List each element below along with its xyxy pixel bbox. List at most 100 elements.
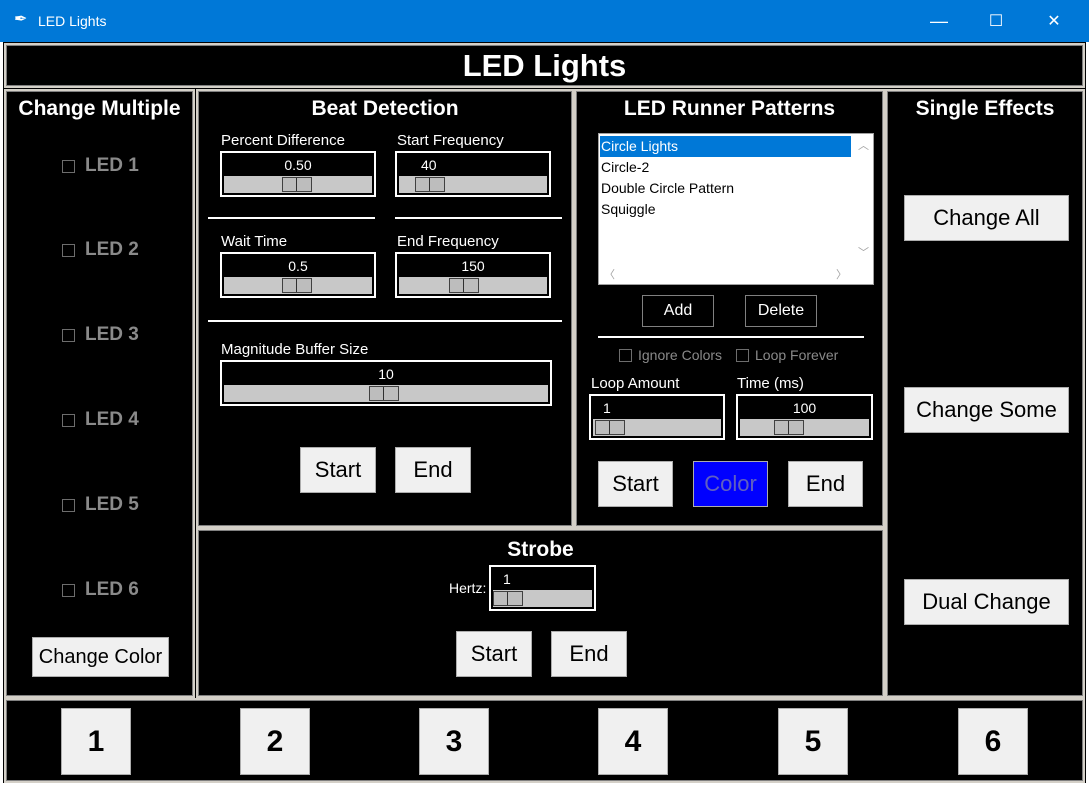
led-2-label: LED 2 (85, 239, 139, 260)
led-1-label: LED 1 (85, 155, 139, 176)
slider-handle[interactable] (415, 177, 445, 192)
start-frequency-label: Start Frequency (397, 132, 504, 149)
end-frequency-slider[interactable]: 150 (395, 252, 551, 298)
led-3-checkbox[interactable]: LED 3 (62, 324, 139, 346)
window-title: LED Lights (38, 13, 107, 29)
slider-trough (224, 176, 372, 193)
beat-start-button[interactable]: Start (300, 447, 376, 493)
delete-pattern-button[interactable]: Delete (745, 295, 817, 327)
minimize-glyph: — (930, 10, 948, 31)
slider-value: 150 (461, 258, 485, 274)
slider-handle[interactable] (282, 177, 312, 192)
led-4-checkbox[interactable]: LED 4 (62, 409, 139, 431)
magnitude-buffer-slider[interactable]: 10 (220, 360, 552, 406)
preset-1-button[interactable]: 1 (61, 708, 131, 775)
slider-trough (224, 385, 548, 402)
runner-start-button[interactable]: Start (598, 461, 673, 507)
single-effects-title: Single Effects (915, 97, 1055, 120)
slider-trough (740, 419, 869, 436)
slider-trough (224, 277, 372, 294)
maximize-button[interactable]: ☐ (967, 0, 1025, 42)
slider-handle[interactable] (449, 278, 479, 293)
slider-value: 40 (421, 157, 437, 173)
slider-value: 1 (503, 571, 511, 587)
time-ms-label: Time (ms) (737, 375, 804, 392)
change-all-button[interactable]: Change All (904, 195, 1069, 241)
strobe-title: Strobe (507, 538, 574, 561)
preset-4-button[interactable]: 4 (598, 708, 668, 775)
slider-trough (399, 277, 547, 294)
ignore-colors-label: Ignore Colors (638, 347, 723, 363)
dual-change-button[interactable]: Dual Change (904, 579, 1069, 625)
wait-time-label: Wait Time (221, 233, 288, 250)
end-frequency-label: End Frequency (397, 233, 499, 250)
led-6-label: LED 6 (85, 579, 139, 600)
checkbox-icon (736, 348, 749, 362)
preset-5-button[interactable]: 5 (778, 708, 848, 775)
loop-amount-slider[interactable]: 1 (589, 394, 725, 440)
strobe-end-button[interactable]: End (551, 631, 627, 677)
change-color-button[interactable]: Change Color (32, 637, 169, 677)
close-button[interactable]: ✕ (1025, 0, 1083, 42)
runner-end-button[interactable]: End (788, 461, 863, 507)
slider-handle[interactable] (282, 278, 312, 293)
slider-handle[interactable] (595, 420, 625, 435)
horizontal-scrollbar[interactable]: 〈 〉 (599, 263, 852, 284)
single-effects-panel: Single Effects Change All Change Some Du… (885, 89, 1085, 698)
scroll-right-icon[interactable]: 〉 (836, 266, 847, 282)
slider-handle[interactable] (493, 591, 523, 606)
led-6-checkbox[interactable]: LED 6 (62, 579, 139, 601)
loop-forever-checkbox[interactable]: Loop Forever (736, 347, 838, 363)
hertz-label: Hertz: (449, 580, 487, 596)
slider-handle[interactable] (369, 386, 399, 401)
percent-difference-label: Percent Difference (221, 132, 345, 149)
led-2-checkbox[interactable]: LED 2 (62, 239, 139, 261)
list-item[interactable]: Circle-2 (600, 157, 851, 178)
strobe-panel: Strobe Hertz: 1 Start End (196, 528, 885, 698)
ignore-colors-checkbox[interactable]: Ignore Colors (619, 347, 722, 363)
magnitude-buffer-label: Magnitude Buffer Size (221, 341, 369, 358)
slider-value: 1 (603, 400, 611, 416)
beat-detection-panel: Beat Detection Percent Difference 0.50 S… (196, 89, 574, 528)
change-some-button[interactable]: Change Some (904, 387, 1069, 433)
divider (208, 320, 562, 322)
scroll-left-icon[interactable]: 〈 (604, 266, 615, 282)
scroll-down-icon[interactable]: ﹀ (858, 244, 869, 260)
start-frequency-slider[interactable]: 40 (395, 151, 551, 197)
slider-trough (399, 176, 547, 193)
divider (208, 217, 375, 219)
checkbox-icon (62, 583, 75, 597)
runner-color-button[interactable]: Color (693, 461, 768, 507)
list-item[interactable]: Circle Lights (600, 136, 851, 157)
add-pattern-button[interactable]: Add (642, 295, 714, 327)
pattern-listbox[interactable]: Circle Lights Circle-2 Double Circle Pat… (598, 133, 874, 285)
slider-value: 100 (792, 400, 817, 416)
slider-trough (593, 419, 721, 436)
list-item[interactable]: Double Circle Pattern (600, 178, 851, 199)
preset-2-button[interactable]: 2 (240, 708, 310, 775)
preset-6-button[interactable]: 6 (958, 708, 1028, 775)
led-1-checkbox[interactable]: LED 1 (62, 155, 139, 177)
hertz-slider[interactable]: 1 (489, 565, 596, 611)
strobe-start-button[interactable]: Start (456, 631, 532, 677)
scroll-up-icon[interactable]: ︿ (858, 137, 869, 153)
percent-difference-slider[interactable]: 0.50 (220, 151, 376, 197)
change-multiple-panel: Change Multiple LED 1 LED 2 LED 3 LED 4 … (4, 89, 195, 698)
beat-end-button[interactable]: End (395, 447, 471, 493)
checkbox-icon (62, 159, 75, 173)
wait-time-slider[interactable]: 0.5 (220, 252, 376, 298)
beat-detection-title: Beat Detection (311, 97, 459, 120)
divider (395, 217, 562, 219)
slider-handle[interactable] (774, 420, 804, 435)
led-5-checkbox[interactable]: LED 5 (62, 494, 139, 516)
slider-value: 0.5 (288, 258, 308, 274)
runner-panel: LED Runner Patterns Circle Lights Circle… (574, 89, 885, 528)
minimize-button-area[interactable]: — (910, 0, 968, 42)
time-ms-slider[interactable]: 100 (736, 394, 873, 440)
checkbox-icon (62, 498, 75, 512)
vertical-scrollbar[interactable]: ︿ ﹀ (852, 134, 873, 263)
list-item[interactable]: Squiggle (600, 199, 851, 220)
preset-3-button[interactable]: 3 (419, 708, 489, 775)
feather-icon: ✒ (14, 11, 28, 28)
close-icon: ✕ (1047, 13, 1061, 30)
